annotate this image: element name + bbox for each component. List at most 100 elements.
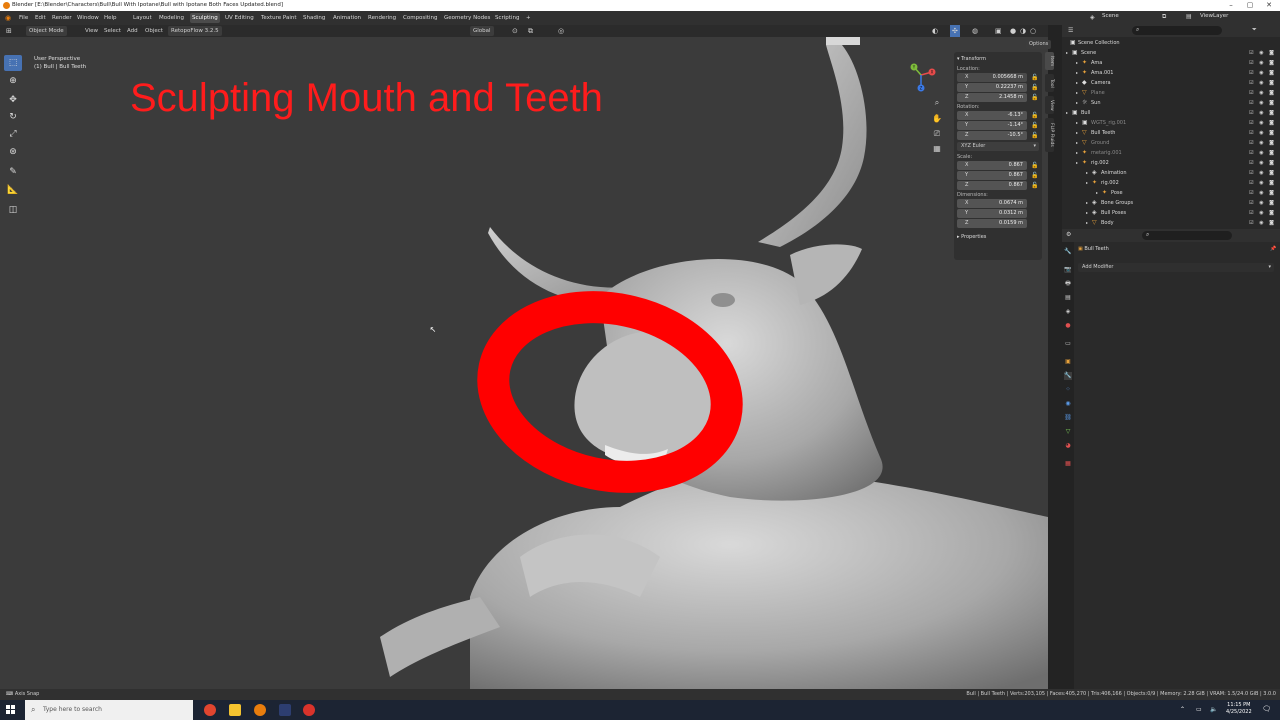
minimize-button[interactable]: –: [1224, 0, 1238, 11]
particles-props-icon[interactable]: ⁘: [1064, 386, 1072, 394]
windows-start-icon[interactable]: [6, 705, 16, 715]
maximize-button[interactable]: ▢: [1243, 0, 1257, 11]
modifier-props-icon[interactable]: 🔧: [1064, 372, 1072, 380]
expand-arrow-icon[interactable]: ▸: [1066, 48, 1068, 58]
visibility-toggles-icon[interactable]: ☑ ◉ ◙: [1249, 208, 1276, 218]
tab-compositing[interactable]: Compositing: [403, 11, 437, 25]
chrome-icon[interactable]: [204, 704, 216, 716]
options-dropdown[interactable]: Options: [1026, 40, 1052, 49]
location-z-field[interactable]: Z 2.1458 m 🔓: [957, 93, 1038, 102]
expand-arrow-icon[interactable]: ▸: [1076, 58, 1078, 68]
transform-tool-icon[interactable]: ⊛: [4, 144, 22, 160]
navigation-gizmo[interactable]: X Y Z: [904, 58, 938, 92]
blender-taskbar-icon[interactable]: [254, 704, 266, 716]
snap-icon[interactable]: ⧉: [528, 25, 533, 37]
grid-view-icon[interactable]: ▦: [931, 143, 943, 155]
pan-hand-icon[interactable]: ✋: [931, 113, 943, 125]
visibility-toggles-icon[interactable]: ☑ ◉ ◙: [1249, 148, 1276, 158]
expand-arrow-icon[interactable]: ▸: [1076, 88, 1078, 98]
menu-object[interactable]: Object: [145, 25, 163, 37]
pin-icon[interactable]: 📌: [1270, 246, 1276, 252]
visibility-icon[interactable]: ◐: [932, 25, 938, 37]
visibility-toggles-icon[interactable]: ☑ ◉ ◙: [1249, 58, 1276, 68]
app-icon[interactable]: [279, 704, 291, 716]
xray-icon[interactable]: ▣: [995, 25, 1002, 37]
output-props-icon[interactable]: 🖶: [1064, 280, 1072, 288]
gizmo-toggle-icon[interactable]: ✣: [950, 25, 960, 37]
outliner-item[interactable]: ▸ ▽ Ground ☑ ◉ ◙: [1062, 138, 1280, 148]
properties-editor-icon[interactable]: ⚙: [1066, 231, 1071, 238]
tray-chevron-icon[interactable]: ⌃: [1180, 706, 1185, 713]
visibility-toggles-icon[interactable]: ☑ ◉ ◙: [1249, 158, 1276, 168]
expand-arrow-icon[interactable]: ▸: [1086, 178, 1088, 188]
proportional-icon[interactable]: ◎: [558, 25, 564, 37]
lock-icon[interactable]: 🔓: [1031, 111, 1038, 120]
menu-render[interactable]: Render: [52, 11, 72, 25]
network-icon[interactable]: ▭: [1196, 706, 1202, 713]
outliner-editor-icon[interactable]: ☰: [1068, 27, 1073, 34]
close-button[interactable]: ✕: [1262, 0, 1276, 11]
outliner-item[interactable]: ▸ ☼ Sun ☑ ◉ ◙: [1062, 98, 1280, 108]
visibility-toggles-icon[interactable]: ☑ ◉ ◙: [1249, 178, 1276, 188]
zoom-icon[interactable]: ⌕: [931, 97, 943, 109]
scale-z-field[interactable]: Z 0.867 🔓: [957, 181, 1038, 190]
expand-arrow-icon[interactable]: ▸: [1076, 68, 1078, 78]
visibility-toggles-icon[interactable]: ☑ ◉ ◙: [1249, 138, 1276, 148]
tab-item[interactable]: Item: [1045, 52, 1054, 70]
expand-arrow-icon[interactable]: ▸: [1076, 158, 1078, 168]
menu-file[interactable]: File: [19, 11, 28, 25]
recorder-icon[interactable]: [303, 704, 315, 716]
view-layer-icon[interactable]: ▤: [1186, 13, 1192, 20]
camera-view-icon[interactable]: ⎚: [931, 128, 943, 140]
solid-shading-icon[interactable]: ●: [1010, 25, 1016, 37]
expand-arrow-icon[interactable]: ▸: [1076, 138, 1078, 148]
expand-arrow-icon[interactable]: ▸: [1076, 118, 1078, 128]
lock-icon[interactable]: 🔓: [1031, 121, 1038, 130]
notifications-icon[interactable]: 🗨: [1262, 705, 1271, 713]
tab-shading[interactable]: Shading: [303, 11, 325, 25]
visibility-toggles-icon[interactable]: ☑ ◉ ◙: [1249, 198, 1276, 208]
location-y-field[interactable]: Y 0.22237 m 🔓: [957, 83, 1038, 92]
tool-props-icon[interactable]: 🔧: [1064, 248, 1072, 256]
lock-icon[interactable]: 🔓: [1031, 83, 1038, 92]
scene-props-icon[interactable]: ◈: [1064, 308, 1072, 316]
physics-props-icon[interactable]: ◉: [1064, 400, 1072, 408]
menu-help[interactable]: Help: [104, 11, 117, 25]
tab-geometry-nodes[interactable]: Geometry Nodes: [444, 11, 490, 25]
visibility-toggles-icon[interactable]: ☑ ◉ ◙: [1249, 118, 1276, 128]
blender-menu-icon[interactable]: ◉: [5, 11, 11, 25]
location-x-field[interactable]: X 0.005668 m 🔓: [957, 73, 1038, 82]
view-layer-props-icon[interactable]: ▤: [1064, 294, 1072, 302]
rotate-tool-icon[interactable]: ↻: [4, 109, 22, 125]
visibility-toggles-icon[interactable]: ☑ ◉ ◙: [1249, 128, 1276, 138]
move-tool-icon[interactable]: ✥: [4, 92, 22, 108]
expand-arrow-icon[interactable]: ▸: [1096, 188, 1098, 198]
visibility-toggles-icon[interactable]: ☑ ◉ ◙: [1249, 168, 1276, 178]
material-shading-icon[interactable]: ◑: [1020, 25, 1026, 37]
visibility-toggles-icon[interactable]: ☑ ◉ ◙: [1249, 78, 1276, 88]
outliner-item[interactable]: ▸ ◆ Camera ☑ ◉ ◙: [1062, 78, 1280, 88]
outliner-item[interactable]: ▸ ✦ Ama.001 ☑ ◉ ◙: [1062, 68, 1280, 78]
scale-y-field[interactable]: Y 0.867 🔓: [957, 171, 1038, 180]
expand-arrow-icon[interactable]: ▸: [1076, 78, 1078, 88]
clock[interactable]: 11:15 PM 4/25/2022: [1226, 702, 1252, 716]
editor-type-icon[interactable]: ⊞: [6, 25, 12, 37]
expand-arrow-icon[interactable]: ▸: [1086, 198, 1088, 208]
measure-tool-icon[interactable]: 📐: [4, 182, 22, 198]
select-box-icon[interactable]: ⬚: [4, 55, 22, 71]
scale-tool-icon[interactable]: ⤢: [4, 126, 22, 142]
outliner-item[interactable]: ▸ ◈ Animation ☑ ◉ ◙: [1062, 168, 1280, 178]
add-modifier-button[interactable]: Add Modifier ▾: [1078, 263, 1274, 272]
add-workspace-button[interactable]: +: [526, 11, 531, 25]
taskbar-search-input[interactable]: ⌕ Type here to search: [25, 700, 193, 720]
cursor-tool-icon[interactable]: ⊕: [4, 73, 22, 89]
expand-arrow-icon[interactable]: ▸: [1066, 108, 1068, 118]
outliner-search-input[interactable]: ⌕: [1132, 26, 1222, 35]
visibility-toggles-icon[interactable]: ☑ ◉ ◙: [1249, 48, 1276, 58]
tab-rendering[interactable]: Rendering: [368, 11, 396, 25]
lock-icon[interactable]: 🔓: [1031, 93, 1038, 102]
volume-icon[interactable]: 🔈: [1210, 706, 1217, 713]
tab-scripting[interactable]: Scripting: [495, 11, 519, 25]
rotation-y-field[interactable]: Y -1.14° 🔓: [957, 121, 1038, 130]
outliner-item[interactable]: ▸ ◈ Bone Groups ☑ ◉ ◙: [1062, 198, 1280, 208]
